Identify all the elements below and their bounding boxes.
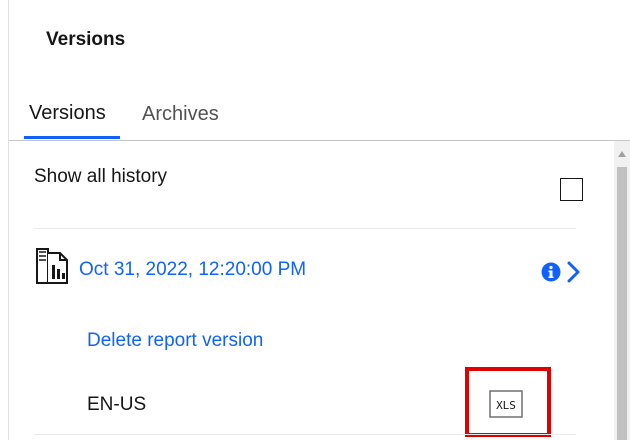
row-divider (34, 228, 576, 229)
tab-selected-indicator (24, 136, 120, 139)
tab-archives-label: Archives (142, 103, 219, 125)
version-timestamp-link[interactable]: Oct 31, 2022, 12:20:00 PM (79, 259, 306, 281)
tab-versions-label: Versions (29, 102, 106, 124)
show-all-history-checkbox[interactable] (560, 178, 583, 201)
delete-report-version-link[interactable]: Delete report version (87, 330, 263, 352)
chevron-right-icon[interactable] (566, 260, 582, 284)
tab-versions[interactable]: Versions (24, 96, 120, 140)
scroll-up-arrow-icon[interactable] (618, 151, 626, 157)
tabs-divider (9, 140, 630, 141)
scrollbar-thumb[interactable] (617, 167, 627, 440)
show-all-history-label: Show all history (34, 166, 168, 187)
panel-left-border (8, 0, 9, 440)
info-icon[interactable] (541, 262, 561, 282)
row-divider (34, 434, 576, 435)
report-icon (36, 248, 68, 284)
locale-label: EN-US (87, 394, 147, 415)
vertical-scrollbar[interactable] (614, 141, 630, 440)
panel-title: Versions (46, 29, 126, 50)
xls-format-label: XLS (496, 399, 516, 412)
xls-file-icon[interactable]: XLS (489, 390, 523, 418)
versions-panel: Versions Versions Archives Show all hist… (0, 0, 630, 440)
